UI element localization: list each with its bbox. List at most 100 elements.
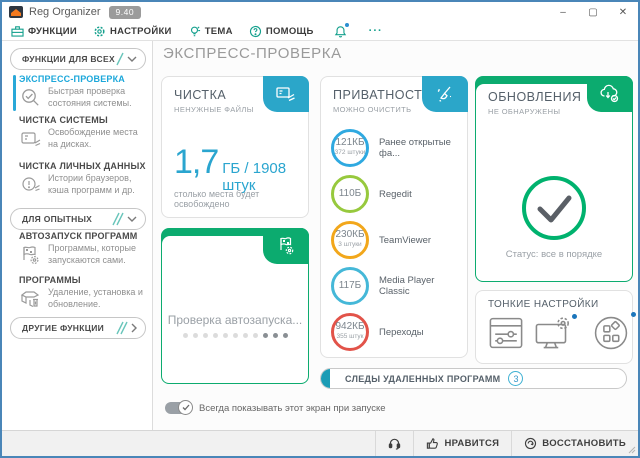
sidebar-group-other[interactable]: ДРУГИЕ ФУНКЦИИ (10, 317, 146, 339)
box-trash-icon (19, 287, 43, 310)
minimize-button[interactable]: – (548, 2, 578, 22)
fine-tuning-card[interactable]: ТОНКИЕ НАСТРОЙКИ (475, 290, 633, 364)
autorun-badge-icon (263, 228, 309, 264)
monitor-gear-icon (534, 316, 574, 350)
card-title: ТОНКИЕ НАСТРОЙКИ (488, 299, 632, 310)
progress-dot (233, 333, 238, 338)
item-count: 372 штуки (335, 148, 366, 157)
size-ring: 110Б (331, 175, 369, 213)
autorun-flag-gear-icon (19, 243, 43, 266)
sidebar-item-programs[interactable]: ПРОГРАММЫ Удаление, установка и обновлен… (19, 275, 147, 310)
item-label: TeamViewer (379, 235, 431, 246)
deleted-programs-traces-button[interactable]: СЛЕДЫ УДАЛЕННЫХ ПРОГРАММ 3 (320, 368, 627, 389)
resize-grip[interactable] (628, 446, 636, 454)
menu-functions[interactable]: ФУНКЦИИ (11, 25, 77, 37)
autorun-status-text: Проверка автозапуска... (162, 313, 308, 327)
sidebar: ФУНКЦИИ ДЛЯ ВСЕХ ЭКСПРЕСС-ПРОВЕРКА Быстр… (2, 41, 153, 430)
autorun-card[interactable]: Проверка автозапуска... (161, 228, 309, 384)
restore-label: ВОССТАНОВИТЬ (542, 438, 626, 449)
startup-toggle-row: Всегда показывать этот экран при запуске (165, 402, 385, 414)
cleaning-value: 1,7 ГБ / 1908 штук (174, 143, 308, 194)
privacy-item[interactable]: 117Б Media Player Classic (331, 267, 467, 305)
item-label: Regedit (379, 189, 412, 200)
privacy-item[interactable]: 121КБ 372 штуки Ранее открытые фа... (331, 129, 467, 167)
lamp-icon (188, 25, 201, 38)
item-desc: Освобождение места на дисках. (48, 127, 147, 150)
page-title: ЭКСПРЕСС-ПРОВЕРКА (163, 45, 342, 62)
item-size: 942КБ (335, 322, 364, 332)
slash-decoration (112, 212, 124, 226)
item-title: ПРОГРАММЫ (19, 275, 147, 285)
item-title: ЧИСТКА ЛИЧНЫХ ДАННЫХ (19, 161, 147, 171)
toggle-check-icon (178, 400, 193, 415)
sidebar-item-express-check[interactable]: ЭКСПРЕСС-ПРОВЕРКА Быстрая проверка состо… (19, 74, 147, 109)
menu-settings-label: НАСТРОЙКИ (110, 26, 172, 37)
progress-dot (183, 333, 188, 338)
sidebar-item-system-cleanup[interactable]: ЧИСТКА СИСТЕМЫ Освобождение места на дис… (19, 115, 147, 150)
size-ring: 230КБ 3 штуки (331, 221, 369, 259)
apps-circle-icon (592, 314, 630, 352)
progress-dot (203, 333, 208, 338)
magnifier-check-icon (19, 86, 43, 109)
privacy-card[interactable]: ПРИВАТНОСТЬ МОЖНО ОЧИСТИТЬ 121КБ 372 шту… (320, 76, 468, 358)
item-label: Media Player Classic (379, 275, 467, 297)
item-size: 117Б (339, 281, 362, 291)
privacy-list: 121КБ 372 штуки Ранее открытые фа... 110… (321, 129, 467, 359)
item-title: ЭКСПРЕСС-ПРОВЕРКА (19, 74, 147, 84)
privacy-item[interactable]: 230КБ 3 штуки TeamViewer (331, 221, 467, 259)
size-ring: 117Б (331, 267, 369, 305)
cleaning-footer: столько места будет освобождено (174, 189, 308, 209)
notification-dot (572, 314, 577, 319)
item-size: 230КБ (335, 230, 364, 240)
more-menu-button[interactable]: ··· (369, 25, 383, 37)
cleaning-badge-icon (263, 76, 309, 112)
item-desc: Программы, которые запускаются сами. (48, 243, 147, 266)
support-button[interactable] (375, 431, 413, 456)
slash-decoration (116, 52, 124, 66)
traces-count-badge: 3 (508, 371, 523, 386)
item-title: АВТОЗАПУСК ПРОГРАММ (19, 231, 147, 241)
size-ring: 121КБ 372 штуки (331, 129, 369, 167)
notification-dot (345, 23, 349, 27)
notifications-bell-icon[interactable] (334, 25, 347, 38)
slash-decoration (116, 321, 128, 335)
item-count: 355 штук (336, 332, 363, 341)
updates-card[interactable]: ОБНОВЛЕНИЯ НЕ ОБНАРУЖЕНЫ Статус: все в п… (475, 76, 633, 282)
restore-icon (524, 437, 537, 450)
like-label: НРАВИТСЯ (444, 438, 499, 449)
thumb-up-icon (426, 437, 439, 450)
startup-toggle[interactable] (165, 402, 191, 414)
privacy-item[interactable]: 942КБ 355 штук Переходы (331, 313, 467, 351)
progress-dot (273, 333, 278, 338)
group-label: ФУНКЦИИ ДЛЯ ВСЕХ (22, 54, 116, 64)
cleaning-card[interactable]: ЧИСТКА НЕНУЖНЫЕ ФАЙЛЫ 1,7 ГБ / 1908 штук… (161, 76, 309, 218)
menu-settings[interactable]: НАСТРОЙКИ (93, 25, 172, 38)
sidebar-group-for-all[interactable]: ФУНКЦИИ ДЛЯ ВСЕХ (10, 48, 146, 70)
menu-theme-label: ТЕМА (205, 26, 233, 37)
progress-dot (223, 333, 228, 338)
sidebar-item-private-data[interactable]: ЧИСТКА ЛИЧНЫХ ДАННЫХ Истории браузеров, … (19, 161, 147, 196)
sidebar-item-autorun[interactable]: АВТОЗАПУСК ПРОГРАММ Программы, которые з… (19, 231, 147, 266)
item-desc: Истории браузеров, кэша программ и др. (48, 173, 147, 196)
item-label: Переходы (379, 327, 424, 338)
like-button[interactable]: НРАВИТСЯ (413, 431, 511, 456)
menu-help[interactable]: ПОМОЩЬ (249, 25, 314, 38)
menu-theme[interactable]: ТЕМА (188, 25, 233, 38)
traces-label: СЛЕДЫ УДАЛЕННЫХ ПРОГРАММ (345, 374, 500, 384)
title-bar: Reg Organizer 9.40 – ▢ ✕ (2, 2, 638, 22)
updates-status-text: Статус: все в порядке (476, 249, 632, 260)
maximize-button[interactable]: ▢ (578, 2, 608, 22)
item-desc: Быстрая проверка состояния системы. (48, 86, 147, 109)
app-logo-icon (9, 6, 23, 18)
startup-toggle-label: Всегда показывать этот экран при запуске (199, 403, 385, 414)
cleaning-size: 1,7 (174, 143, 218, 182)
restore-button[interactable]: ВОССТАНОВИТЬ (511, 431, 638, 456)
headset-icon (388, 437, 401, 450)
close-button[interactable]: ✕ (608, 2, 638, 22)
progress-dot (243, 333, 248, 338)
progress-dot (263, 333, 268, 338)
group-label: ДЛЯ ОПЫТНЫХ (22, 214, 112, 224)
privacy-item[interactable]: 110Б Regedit (331, 175, 467, 213)
sidebar-group-advanced[interactable]: ДЛЯ ОПЫТНЫХ (10, 208, 146, 230)
menu-functions-label: ФУНКЦИИ (28, 26, 77, 37)
